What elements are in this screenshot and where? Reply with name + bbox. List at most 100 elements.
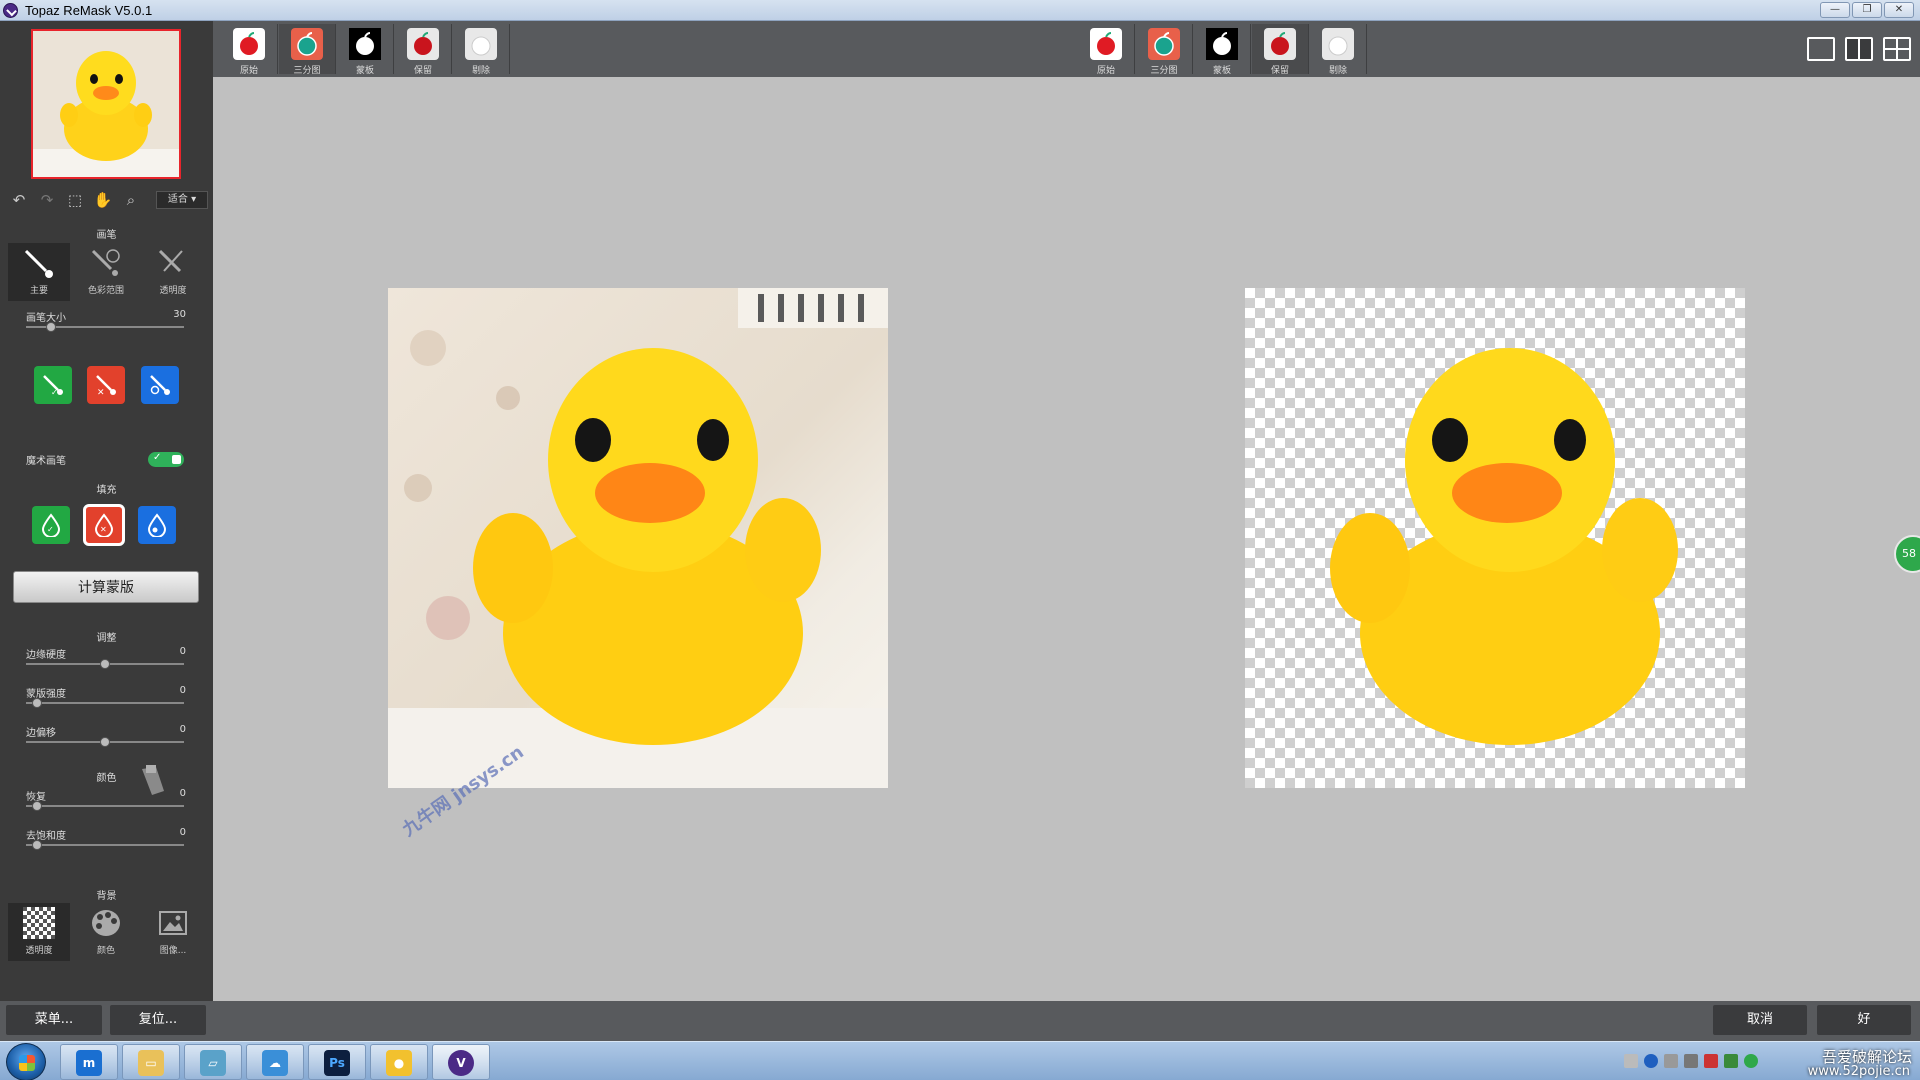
close-button[interactable]: ✕ — [1884, 2, 1914, 18]
undo-icon[interactable]: ↶ — [8, 189, 30, 211]
navigator-thumbnail[interactable] — [31, 29, 181, 179]
restore-button[interactable]: ❐ — [1852, 2, 1882, 18]
compute-fill-icon — [147, 513, 167, 537]
slider-track[interactable] — [26, 702, 184, 704]
flag-icon[interactable] — [1704, 1054, 1718, 1068]
view-label: 蒙板 — [1212, 66, 1231, 76]
right-view-original[interactable]: 原始 — [1078, 24, 1135, 76]
edge-hardness-value: 0 — [179, 646, 186, 657]
help-icon[interactable] — [1644, 1054, 1658, 1068]
taskbar-app-1[interactable]: m — [60, 1044, 118, 1080]
adjust-section-title: 调整 — [96, 633, 117, 644]
m-app-icon: m — [76, 1050, 102, 1076]
taskbar-notes[interactable]: ▱ — [184, 1044, 242, 1080]
marquee-select-icon[interactable]: ⬚ — [64, 189, 86, 211]
compute-fill-button[interactable] — [138, 506, 176, 544]
slider-knob[interactable] — [100, 659, 110, 669]
original-image-panel[interactable] — [388, 288, 888, 788]
left-view-mask[interactable]: 蒙板 — [337, 24, 394, 76]
color-section-title: 颜色 — [96, 773, 117, 784]
cloud-icon: ☁ — [262, 1050, 288, 1076]
right-view-trimap[interactable]: 三分图 — [1136, 24, 1193, 76]
brush-primary-tool[interactable]: 主要 — [8, 243, 70, 301]
svg-text:✓: ✓ — [47, 525, 54, 534]
keep-brush-button[interactable]: ✓ — [34, 366, 72, 404]
reset-button[interactable]: 复位... — [110, 1005, 206, 1035]
brush-color-range-tool[interactable]: 色彩范围 — [75, 243, 137, 301]
arrow-up-icon[interactable] — [1684, 1054, 1698, 1068]
svg-text:✕: ✕ — [97, 388, 105, 397]
drop-fill-button[interactable]: ✕ — [83, 504, 125, 546]
desaturate-value: 0 — [179, 827, 186, 838]
color-picker-icon[interactable] — [138, 763, 168, 797]
right-view-keep[interactable]: 保留 — [1252, 24, 1309, 76]
view-label: 三分图 — [293, 66, 321, 76]
taskbar-cloud[interactable]: ☁ — [246, 1044, 304, 1080]
view-label: 蒙板 — [355, 66, 374, 76]
taskbar-topaz[interactable]: V — [432, 1044, 490, 1080]
compute-brush-icon — [150, 375, 170, 395]
apple-teal-icon — [1148, 28, 1180, 60]
zoom-dropdown[interactable]: 适合 ▾ — [156, 191, 208, 209]
taskbar-messenger[interactable]: ● — [370, 1044, 428, 1080]
window-title: Topaz ReMask V5.0.1 — [25, 3, 153, 18]
brush-section-title: 画笔 — [96, 230, 117, 241]
svg-text:✓: ✓ — [51, 388, 58, 397]
keep-brush-icon: ✓ — [43, 375, 63, 397]
keep-fill-button[interactable]: ✓ — [32, 506, 70, 544]
single-view-layout-icon[interactable] — [1807, 37, 1835, 61]
color-range-brush-icon — [91, 249, 120, 276]
zoom-icon[interactable]: ⌕ — [120, 189, 142, 211]
slider-track[interactable] — [26, 844, 184, 846]
right-view-drop[interactable]: 剔除 — [1310, 24, 1367, 76]
menu-button[interactable]: 菜单... — [6, 1005, 102, 1035]
keyboard-icon[interactable] — [1624, 1054, 1638, 1068]
magic-brush-toggle[interactable] — [148, 452, 184, 467]
left-view-drop[interactable]: 剔除 — [453, 24, 510, 76]
minimize-button[interactable]: — — [1820, 2, 1850, 18]
bg-color-tool[interactable]: 颜色 — [75, 903, 137, 961]
drop-brush-button[interactable]: ✕ — [87, 366, 125, 404]
slider-knob[interactable] — [100, 737, 110, 747]
view-label: 剔除 — [471, 66, 490, 76]
ok-button[interactable]: 好 — [1817, 1005, 1911, 1035]
bg-image-tool[interactable]: 图像... — [142, 903, 204, 961]
windows-taskbar: m ▭ ▱ ☁ Ps ● V 吾爱破解论坛 www.52pojie.cn — [0, 1041, 1920, 1080]
slider-knob[interactable] — [32, 698, 42, 708]
apple-red-icon — [407, 28, 439, 60]
left-view-original[interactable]: 原始 — [221, 24, 278, 76]
checker-icon — [465, 28, 497, 60]
drop-brush-icon: ✕ — [96, 375, 116, 397]
shield-icon[interactable] — [1724, 1054, 1738, 1068]
slider-knob[interactable] — [32, 840, 42, 850]
view-label: 剔除 — [1328, 66, 1347, 76]
taskbar-photoshop[interactable]: Ps — [308, 1044, 366, 1080]
desaturate-label: 去饱和度 — [26, 831, 66, 842]
network-icon[interactable] — [1664, 1054, 1678, 1068]
cancel-button[interactable]: 取消 — [1713, 1005, 1807, 1035]
security-icon[interactable] — [1744, 1054, 1758, 1068]
bg-transparent-tool[interactable]: 透明度 — [8, 903, 70, 961]
brush-transparency-tool[interactable]: 透明度 — [142, 243, 204, 301]
slider-track[interactable] — [26, 805, 184, 807]
preview-canvas[interactable]: 58 九牛网 jnsys.cn — [213, 77, 1920, 1001]
side-badge[interactable]: 58 — [1894, 535, 1920, 573]
slider-knob[interactable] — [32, 801, 42, 811]
edge-shift-label: 边偏移 — [26, 728, 56, 739]
left-view-keep[interactable]: 保留 — [395, 24, 452, 76]
hand-pan-icon[interactable]: ✋ — [92, 189, 114, 211]
quad-view-layout-icon[interactable] — [1883, 37, 1911, 61]
compute-brush-button[interactable] — [141, 366, 179, 404]
left-view-trimap[interactable]: 三分图 — [279, 24, 336, 76]
right-view-mask[interactable]: 蒙板 — [1194, 24, 1251, 76]
slider-knob[interactable] — [46, 322, 56, 332]
apple-teal-icon — [291, 28, 323, 60]
picture-icon — [159, 911, 187, 935]
result-image-panel[interactable] — [1245, 288, 1745, 788]
edge-shift-value: 0 — [179, 724, 186, 735]
redo-icon[interactable]: ↷ — [36, 189, 58, 211]
split-view-layout-icon[interactable] — [1845, 37, 1873, 61]
taskbar-explorer[interactable]: ▭ — [122, 1044, 180, 1080]
start-button[interactable] — [6, 1043, 46, 1080]
compute-mask-button[interactable]: 计算蒙版 — [13, 571, 199, 603]
